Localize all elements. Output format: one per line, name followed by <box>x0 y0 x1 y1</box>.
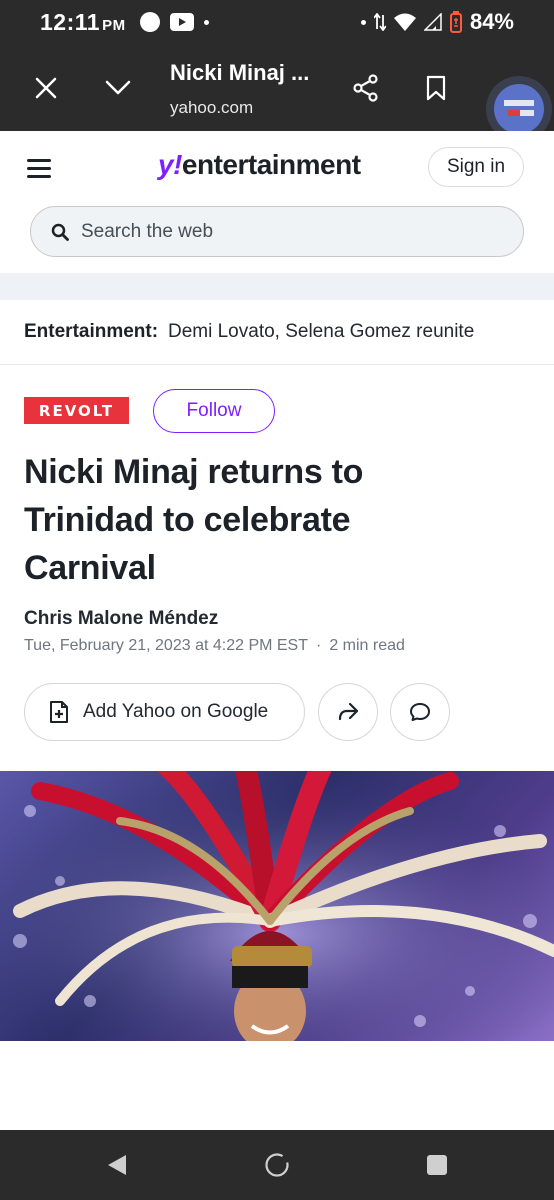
recents-square-icon <box>427 1155 447 1175</box>
add-yahoo-on-google-button[interactable]: Add Yahoo on Google <box>24 683 305 741</box>
page-domain: yahoo.com <box>170 98 254 117</box>
search-placeholder: Search the web <box>81 220 214 242</box>
section-divider <box>0 273 554 300</box>
trending-link[interactable]: Demi Lovato, Selena Gomez reunite <box>168 321 474 343</box>
share-icon <box>353 74 378 102</box>
hamburger-line <box>27 159 51 162</box>
bubble-avatar-icon <box>494 84 544 134</box>
share-arrow-icon <box>338 702 359 721</box>
youtube-icon <box>170 13 194 31</box>
comment-bubble-icon <box>410 703 430 721</box>
search-icon <box>51 223 69 241</box>
article-hero-image[interactable] <box>0 771 554 1041</box>
search-input[interactable]: Search the web <box>30 206 524 257</box>
bookmark-icon <box>426 75 446 101</box>
status-time: 12:11 PM <box>40 9 126 36</box>
back-triangle-icon <box>108 1155 126 1175</box>
status-dot-icon <box>360 19 366 25</box>
status-right: 84% <box>360 9 514 35</box>
add-yahoo-label: Add Yahoo on Google <box>83 701 269 722</box>
sign-in-button[interactable]: Sign in <box>428 147 524 187</box>
share-button[interactable] <box>348 70 384 106</box>
time-text: 12:11 <box>40 9 101 35</box>
ampm-text: PM <box>102 17 126 34</box>
trending-fade <box>474 300 554 364</box>
share-article-button[interactable] <box>318 683 378 741</box>
bookmark-button[interactable] <box>418 70 454 106</box>
data-arrows-icon <box>373 13 386 31</box>
page-title: Nicki Minaj ... <box>170 60 310 85</box>
meta-separator: · <box>316 637 322 654</box>
battery-icon <box>449 11 462 33</box>
yahoo-entertainment-logo[interactable]: y!entertainment <box>158 149 361 181</box>
logo-text: entertainment <box>181 149 361 180</box>
follow-button[interactable]: Follow <box>153 389 275 433</box>
status-bar: 12:11 PM 84% <box>0 0 554 46</box>
recents-button[interactable] <box>424 1152 450 1178</box>
read-time: 2 min read <box>329 637 405 654</box>
wifi-icon <box>393 13 416 31</box>
article-date: Tue, February 21, 2023 at 4:22 PM EST <box>24 637 308 654</box>
site-header: y!entertainment Sign in Search the web <box>0 131 554 273</box>
chevron-down-icon <box>105 80 131 95</box>
back-button[interactable] <box>104 1152 130 1178</box>
more-notifications-dot-icon <box>204 19 209 25</box>
trending-label: Entertainment: <box>24 321 159 342</box>
battery-percent: 84% <box>469 9 514 34</box>
comments-button[interactable] <box>390 683 450 741</box>
menu-button[interactable] <box>27 159 51 178</box>
article-meta: Tue, February 21, 2023 at 4:22 PM EST · 2 … <box>24 637 405 655</box>
logo-y: y! <box>158 149 182 180</box>
add-document-icon <box>50 701 68 723</box>
trending-bar[interactable]: Entertainment: Demi Lovato, Selena Gomez… <box>0 300 554 365</box>
signal-icon <box>423 13 442 31</box>
hamburger-line <box>27 175 51 178</box>
article-author[interactable]: Chris Malone Méndez <box>24 608 218 630</box>
circle-notification-icon <box>140 12 160 32</box>
close-icon <box>35 77 57 99</box>
notification-icons <box>140 12 209 32</box>
home-circle-icon <box>265 1153 289 1177</box>
hamburger-line <box>27 167 51 170</box>
article-headline: Nicki Minaj returns to Trinidad to celeb… <box>24 453 364 587</box>
home-button[interactable] <box>264 1152 290 1178</box>
minimize-tab-button[interactable] <box>100 70 136 106</box>
hero-illustration <box>0 771 554 1041</box>
publisher-logo[interactable]: REVOLT <box>24 397 129 424</box>
custom-tab-toolbar: Nicki Minaj ... yahoo.com <box>0 46 554 142</box>
system-nav-bar <box>0 1130 554 1200</box>
close-tab-button[interactable] <box>28 70 64 106</box>
